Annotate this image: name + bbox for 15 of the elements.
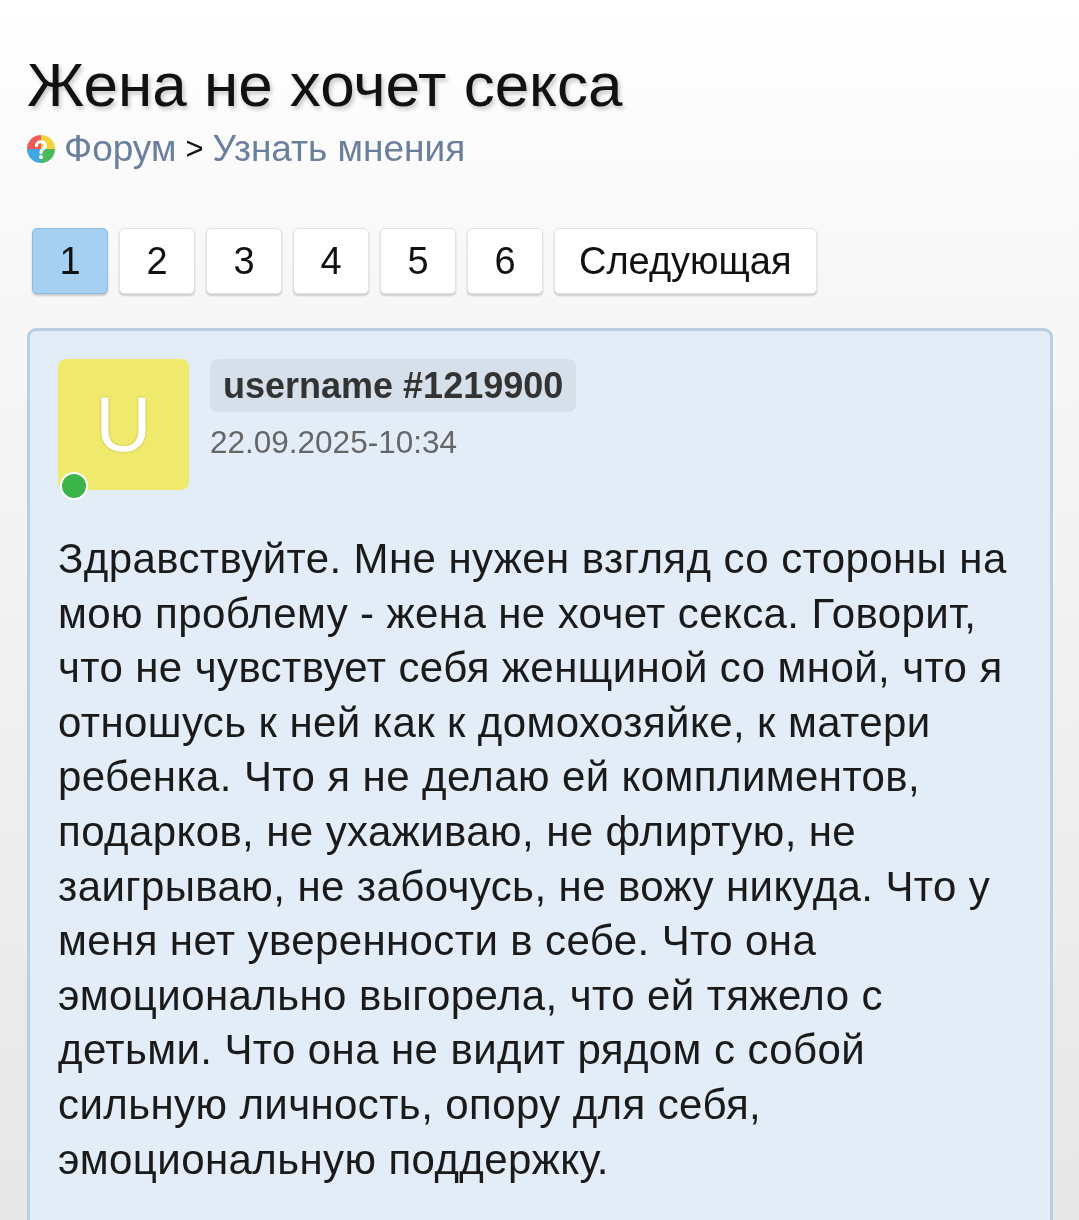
page-title: Жена не хочет секса: [27, 49, 623, 120]
post-date: 22.09.2025-10:34: [210, 423, 457, 462]
page-button[interactable]: 5: [380, 228, 456, 294]
breadcrumb-link[interactable]: Узнать мнения: [212, 126, 466, 172]
page-button[interactable]: 4: [293, 228, 369, 294]
page-button[interactable]: 3: [206, 228, 282, 294]
page-button[interactable]: 6: [467, 228, 543, 294]
breadcrumb-link[interactable]: Форум: [64, 126, 177, 172]
post-text: Здравствуйте. Мне нужен взгляд со стороны на мою проблему - жена не хочет секса. Говорит, что не чувствует себя женщиной со мной, что я отношусь к ней как к домохозяйке, к матери ребенка. Что я не делаю ей комплиментов, подарков, не ухаживаю, не флиртую, не заигрываю, не забочусь, не вожу никуда. Что у меня нет уверенности в себе. Что она эмоционально выгорела, что ей тяжело с детьми. Что она не видит рядом с собой сильную личность, опору для себя, эмоциональную поддержку.: [58, 534, 1008, 1185]
page-button[interactable]: Следующая: [554, 228, 817, 294]
username-tag[interactable]: username #1219900: [210, 359, 577, 412]
page-button[interactable]: 2: [119, 228, 195, 294]
page-button[interactable]: 1: [32, 228, 108, 294]
breadcrumb-separator: >: [185, 130, 204, 168]
question-circle-icon: [27, 135, 55, 163]
